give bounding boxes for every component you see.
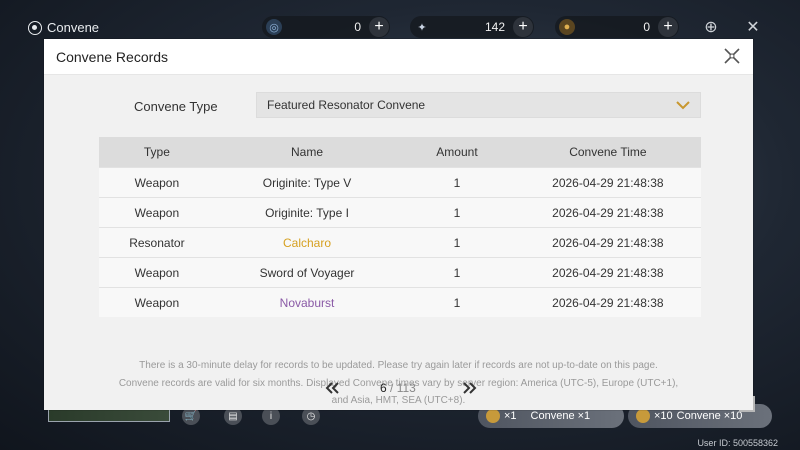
header-name: Name (214, 137, 400, 168)
tide-coin-currency: ● 0 + (555, 16, 679, 38)
chevron-down-icon (672, 94, 694, 116)
cell-amount: 1 (399, 197, 515, 228)
cell-name: Calcharo (214, 227, 400, 258)
double-chevron-right-icon (463, 382, 477, 394)
convene-records-dialog: Convene Records Convene Type Featured Re… (44, 39, 755, 412)
table-header-row: Type Name Amount Convene Time (99, 137, 701, 168)
dialog-body: Convene Type Featured Resonator Convene … (44, 75, 753, 410)
cell-type: Weapon (99, 257, 215, 288)
tide-coin-icon (636, 409, 650, 423)
top-bar: Convene ◎ 0 + ✦ 142 + ● 0 + ⊕ ✕ (0, 0, 800, 44)
table-row: Resonator Calcharo 1 2026-04-29 21:48:38 (99, 227, 701, 258)
tide-coin-icon (486, 409, 500, 423)
convene-logo-icon (28, 20, 42, 35)
add-lunite-button[interactable]: + (513, 17, 533, 37)
convene-x10-label: Convene ×10 (676, 410, 743, 422)
table-row: Weapon Originite: Type V 1 2026-04-29 21… (99, 167, 701, 198)
convene-x1-label: Convene ×1 (530, 410, 591, 422)
current-page: 6 (380, 381, 387, 395)
cell-amount: 1 (399, 287, 515, 317)
cell-time: 2026-04-29 21:48:38 (514, 287, 701, 317)
lunite-value: 142 (484, 20, 505, 34)
app-logo: Convene (28, 20, 99, 35)
convene-type-label: Convene Type (134, 99, 218, 114)
header-type: Type (99, 137, 215, 168)
tide-coin-icon: ● (559, 19, 575, 35)
total-pages: 113 (396, 381, 416, 395)
cell-amount: 1 (399, 257, 515, 288)
tide-coin-value: 0 (643, 20, 650, 34)
table-row: Weapon Sword of Voyager 1 2026-04-29 21:… (99, 257, 701, 288)
cell-time: 2026-04-29 21:48:38 (514, 257, 701, 288)
convene-x10-count: ×10 (654, 410, 673, 422)
convene-type-value: Featured Resonator Convene (267, 98, 426, 112)
table-row: Weapon Originite: Type I 1 2026-04-29 21… (99, 197, 701, 228)
cell-time: 2026-04-29 21:48:38 (514, 227, 701, 258)
exit-icon[interactable]: ✕ (742, 16, 764, 38)
prev-page-button[interactable] (322, 380, 342, 396)
add-tide-coin-button[interactable]: + (658, 17, 678, 37)
lunite-icon: ✦ (417, 21, 427, 34)
dialog-header: Convene Records (44, 39, 753, 75)
convene-x1-count: ×1 (504, 410, 517, 422)
close-button[interactable] (721, 45, 743, 67)
target-icon[interactable]: ⊕ (700, 16, 722, 38)
header-convene-time: Convene Time (514, 137, 701, 168)
app-title: Convene (47, 20, 100, 35)
cell-amount: 1 (399, 227, 515, 258)
double-chevron-left-icon (325, 382, 339, 394)
cell-type: Weapon (99, 287, 215, 317)
user-id: User ID: 500558362 (697, 438, 778, 448)
page-indicator: 6 / 113 (380, 381, 416, 395)
dialog-title: Convene Records (56, 49, 169, 65)
cell-type: Weapon (99, 197, 215, 228)
cell-time: 2026-04-29 21:48:38 (514, 197, 701, 228)
cell-name: Sword of Voyager (214, 257, 400, 288)
astrite-icon: ◎ (266, 19, 282, 35)
cell-type: Weapon (99, 167, 215, 198)
dialog-corner-decoration (739, 396, 755, 412)
cell-name: Originite: Type V (214, 167, 400, 198)
close-icon (724, 48, 740, 64)
astrite-value: 0 (354, 20, 361, 34)
next-page-button[interactable] (460, 380, 480, 396)
cell-amount: 1 (399, 167, 515, 198)
cell-name: Originite: Type I (214, 197, 400, 228)
table-row: Weapon Novaburst 1 2026-04-29 21:48:38 (99, 287, 701, 317)
convene-type-select[interactable]: Featured Resonator Convene (256, 92, 701, 118)
lunite-currency: ✦ 142 + (410, 16, 534, 38)
add-astrite-button[interactable]: + (369, 17, 389, 37)
notice-line: There is a 30-minute delay for records t… (139, 360, 658, 371)
page-separator: / (386, 381, 397, 395)
header-amount: Amount (399, 137, 515, 168)
cell-name: Novaburst (214, 287, 400, 317)
astrite-currency: ◎ 0 + (262, 16, 390, 38)
records-table: Type Name Amount Convene Time Weapon Ori… (99, 137, 701, 317)
cell-time: 2026-04-29 21:48:38 (514, 167, 701, 198)
cell-type: Resonator (99, 227, 215, 258)
